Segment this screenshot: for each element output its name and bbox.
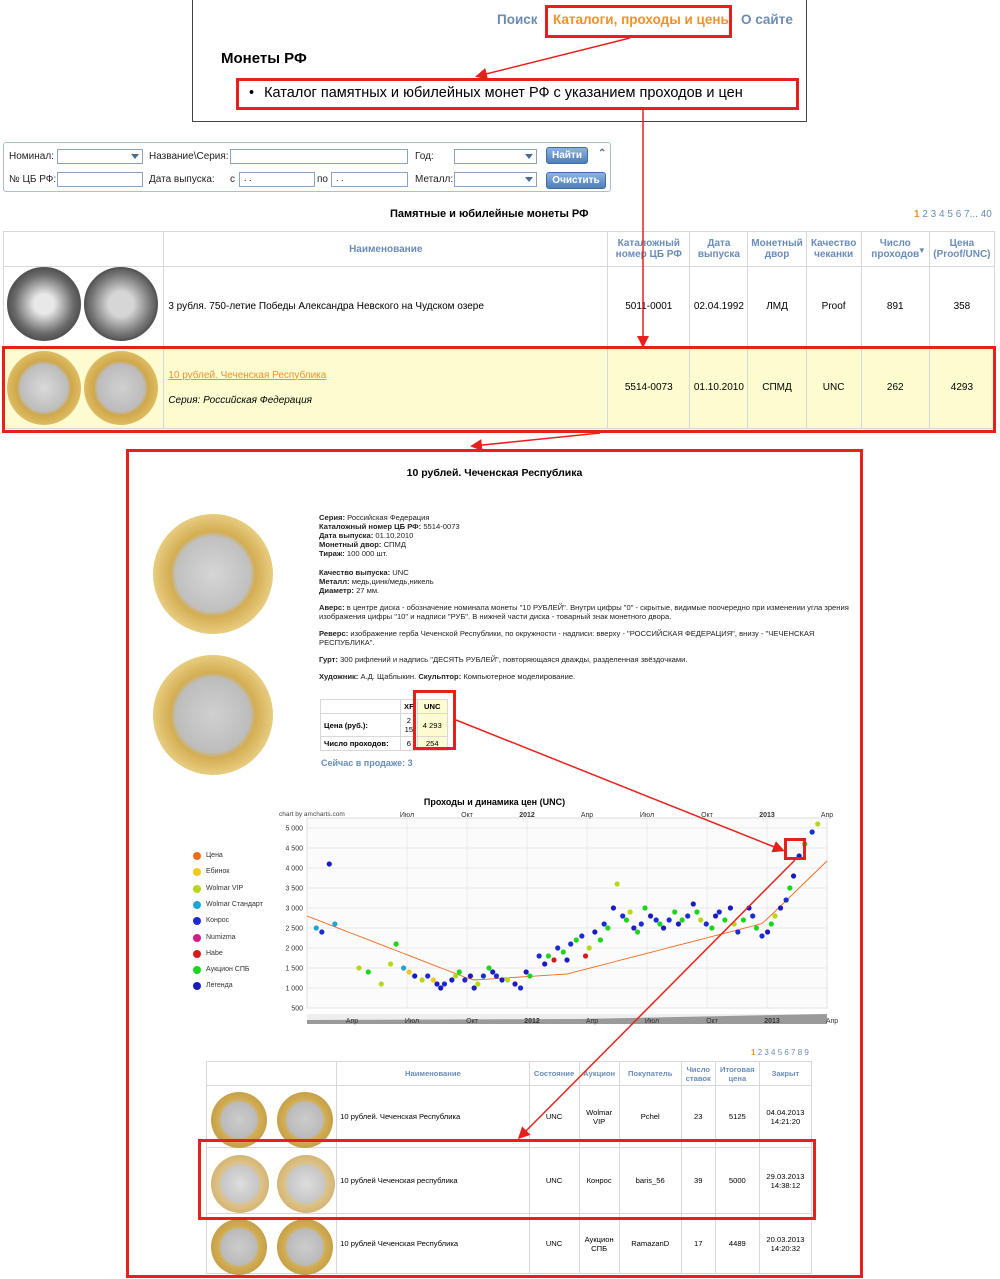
connector-arrows: [455, 37, 796, 1140]
arrow-3: [470, 432, 601, 452]
arrow-4: [455, 719, 785, 853]
arrow-5: [517, 859, 796, 1140]
arrow-1: [475, 37, 631, 80]
